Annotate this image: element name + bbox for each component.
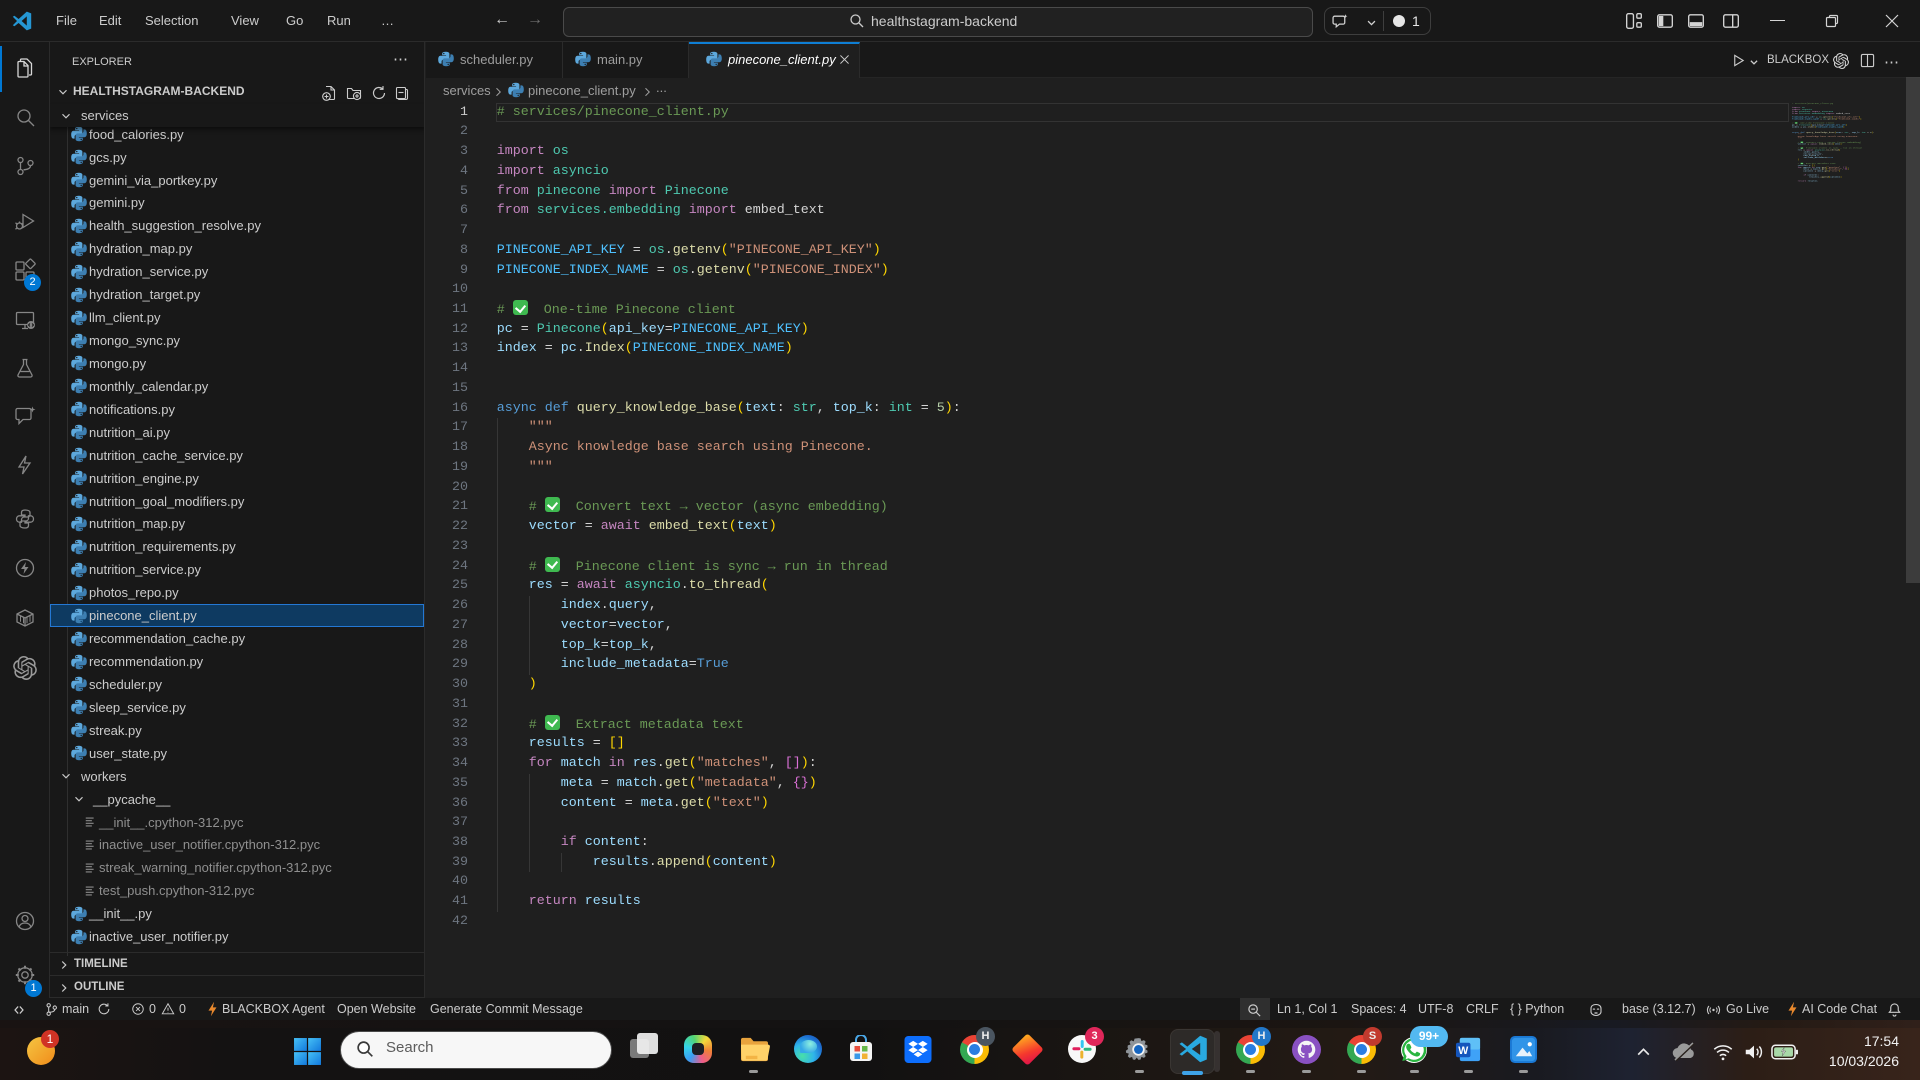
svg-text:W: W [1458,1045,1468,1057]
